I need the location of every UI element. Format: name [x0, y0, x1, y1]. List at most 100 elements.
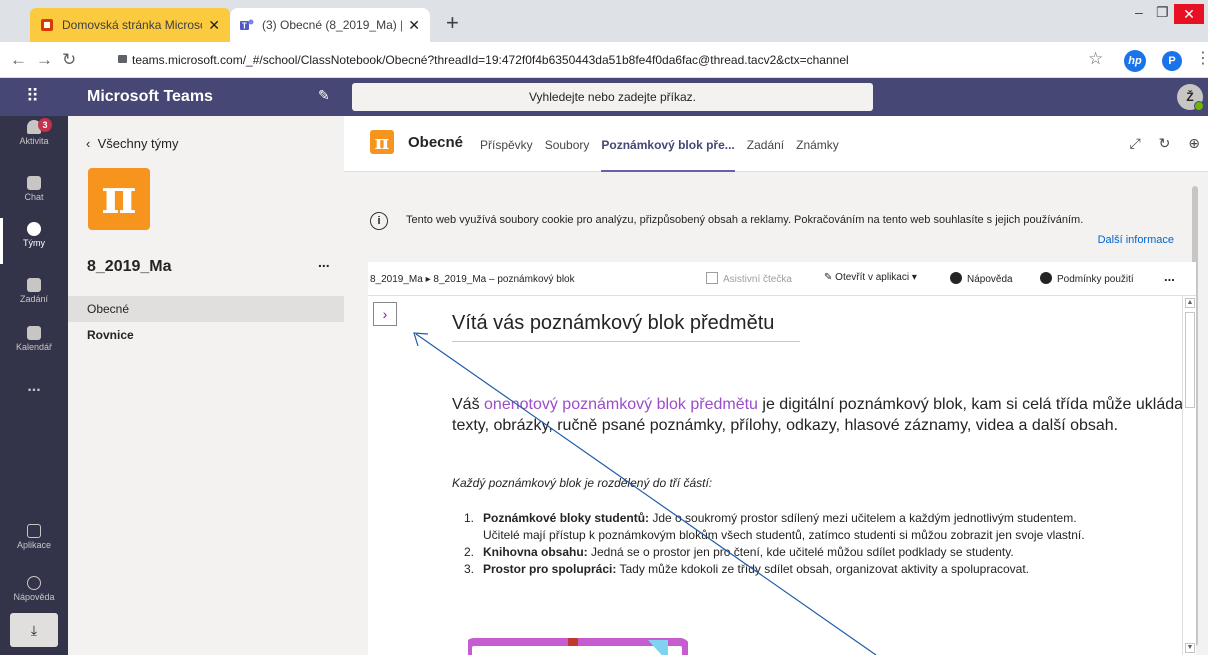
- channel-team-avatar: π: [370, 130, 394, 154]
- channel-tabs: Příspěvky Soubory Poznámkový blok pře...…: [480, 116, 851, 172]
- bookmark-star-icon[interactable]: ☆: [1088, 49, 1103, 69]
- list-item-text: Tady může kdokoli ze třídy sdílet obsah,…: [616, 562, 1030, 576]
- immersive-reader-label: Asistivní čtečka: [723, 274, 792, 285]
- forward-icon[interactable]: →: [36, 50, 53, 70]
- browser-tab-strip: Domovská stránka Microsoft Office ✕ T (3…: [0, 0, 1208, 42]
- rail-label: Aktivita: [19, 136, 49, 146]
- activity-badge: 3: [38, 118, 52, 132]
- rail-apps[interactable]: Aplikace: [0, 520, 68, 566]
- toolbar-more-icon[interactable]: ...: [1164, 269, 1175, 284]
- help-button[interactable]: Nápověda: [950, 272, 1013, 285]
- channel-rovnice[interactable]: Rovnice: [68, 322, 344, 348]
- list-item-heading: Prostor pro spolupráci:: [483, 562, 617, 576]
- rail-label: Aplikace: [16, 540, 52, 550]
- scroll-up-icon[interactable]: ▲: [1185, 298, 1195, 308]
- rail-chat[interactable]: Chat: [0, 172, 68, 218]
- main-content: π Obecné Příspěvky Soubory Poznámkový bl…: [344, 116, 1208, 655]
- minimize-icon[interactable]: –: [1135, 4, 1143, 20]
- close-tab-icon[interactable]: ✕: [208, 17, 220, 34]
- rail-calendar[interactable]: Kalendář: [0, 322, 68, 368]
- tab-files[interactable]: Soubory: [545, 116, 590, 172]
- notebook-illustration: [468, 638, 688, 655]
- rail-activity[interactable]: 3 Aktivita: [0, 116, 68, 162]
- breadcrumb: 8_2019_Ma ▸ 8_2019_Ma – poznámkový blok: [370, 274, 575, 285]
- hp-extension-icon[interactable]: hp: [1124, 50, 1146, 72]
- cookie-text: Tento web využívá soubory cookie pro ana…: [406, 214, 1084, 226]
- assignments-icon: [27, 278, 41, 292]
- rail-label: Nápověda: [13, 592, 55, 602]
- globe-icon[interactable]: ⊕: [1188, 135, 1200, 151]
- refresh-icon[interactable]: ↻: [1159, 135, 1171, 151]
- restore-icon[interactable]: ❐: [1156, 4, 1169, 21]
- list-item: 2. Knihovna obsahu: Jedná se o prostor j…: [464, 544, 1196, 561]
- rail-help[interactable]: Nápověda: [0, 572, 68, 618]
- rail-teams[interactable]: Týmy: [0, 218, 68, 264]
- reload-icon[interactable]: ↻: [62, 50, 76, 70]
- team-more-options-icon[interactable]: ...: [318, 254, 330, 270]
- browser-tab-teams[interactable]: T (3) Obecné (8_2019_Ma) | Microsoft Tea…: [230, 8, 430, 42]
- apps-icon: [27, 524, 41, 538]
- more-apps-icon[interactable]: ...: [0, 378, 68, 396]
- download-app-icon[interactable]: ⤓: [10, 613, 58, 647]
- close-window-icon[interactable]: ✕: [1174, 4, 1204, 24]
- address-bar: ← → ↻ teams.microsoft.com/_#/school/Clas…: [0, 42, 1208, 78]
- channel-obecne[interactable]: Obecné: [68, 296, 344, 322]
- close-tab-icon[interactable]: ✕: [408, 17, 420, 34]
- open-in-app-button[interactable]: ✎ Otevřít v aplikaci ▾: [824, 272, 917, 283]
- notebook-page: › Vítá vás poznámkový blok předmětu Váš …: [368, 296, 1196, 655]
- browser-menu-icon[interactable]: ⋮: [1195, 48, 1208, 68]
- intro-paragraph: Váš onenotový poznámkový blok předmětu j…: [452, 394, 1192, 436]
- app-bar: 3 Aktivita Chat Týmy Zadání Kalendář ...…: [0, 116, 68, 655]
- new-chat-icon[interactable]: ✎: [318, 87, 330, 104]
- tab-class-notebook[interactable]: Poznámkový blok pře...: [601, 116, 735, 172]
- tab-assignments[interactable]: Zadání: [747, 116, 784, 172]
- list-item-text-2: Učitelé mají přístup k poznámkovým bloků…: [483, 528, 1085, 542]
- chevron-left-icon: ‹: [86, 136, 91, 151]
- app-launcher-icon[interactable]: ⠿: [26, 87, 39, 105]
- lock-icon: [118, 55, 127, 63]
- parts-list: 1. Poznámkové bloky studentů: Jde o souk…: [464, 510, 1196, 578]
- tab-grades[interactable]: Známky: [796, 116, 839, 172]
- expand-navigation-button[interactable]: ›: [373, 302, 397, 326]
- rail-label: Kalendář: [15, 342, 53, 352]
- new-tab-button[interactable]: +: [446, 12, 459, 34]
- rail-label: Chat: [24, 192, 44, 202]
- browser-profile-avatar[interactable]: P: [1162, 51, 1182, 71]
- scroll-thumb[interactable]: [1185, 312, 1195, 408]
- svg-text:T: T: [242, 22, 247, 31]
- notebook-frame: i Tento web využívá soubory cookie pro a…: [344, 172, 1208, 655]
- cookie-notice: i Tento web využívá soubory cookie pro a…: [354, 182, 1182, 256]
- channel-actions: ⤢ ↻ ⊕: [1116, 135, 1200, 152]
- immersive-reader-button[interactable]: Asistivní čtečka: [706, 272, 792, 285]
- list-item: 1. Poznámkové bloky studentů: Jde o souk…: [464, 510, 1196, 544]
- terms-button[interactable]: Podmínky použití: [1040, 272, 1134, 285]
- browser-tab-office[interactable]: Domovská stránka Microsoft Office ✕: [30, 8, 230, 42]
- info-icon: i: [370, 212, 388, 230]
- url-field[interactable]: teams.microsoft.com/_#/school/ClassNoteb…: [100, 48, 1190, 72]
- help-label: Nápověda: [967, 274, 1013, 285]
- page-scrollbar[interactable]: ▲ ▼: [1182, 296, 1196, 655]
- teams-favicon-icon: T: [240, 19, 254, 31]
- list-number: 3.: [464, 562, 475, 576]
- scroll-down-icon[interactable]: ▼: [1185, 643, 1195, 653]
- search-input[interactable]: Vyhledejte nebo zadejte příkaz.: [352, 83, 873, 111]
- calendar-icon: [27, 326, 41, 340]
- onenote-link[interactable]: onenotový poznámkový blok předmětu: [484, 396, 758, 413]
- cookie-more-link[interactable]: Další informace: [1098, 234, 1174, 246]
- all-teams-link[interactable]: ‹ Všechny týmy: [86, 136, 179, 151]
- expand-icon[interactable]: ⤢: [1130, 135, 1141, 151]
- reader-icon: [706, 272, 718, 284]
- back-icon[interactable]: ←: [10, 50, 27, 70]
- channel-header: π Obecné Příspěvky Soubory Poznámkový bl…: [344, 116, 1208, 172]
- chevron-down-icon: ▾: [909, 272, 917, 283]
- help-icon: [27, 576, 41, 590]
- user-avatar[interactable]: Ž: [1177, 84, 1204, 111]
- channel-title: Obecné: [408, 134, 464, 151]
- rail-assignments[interactable]: Zadání: [0, 274, 68, 320]
- app-title: Microsoft Teams: [87, 88, 213, 105]
- tab-posts[interactable]: Příspěvky: [480, 116, 533, 172]
- question-icon: [950, 272, 962, 284]
- breadcrumb-section[interactable]: 8_2019_Ma – poznámkový blok: [433, 274, 574, 285]
- tab-title: Domovská stránka Microsoft Office: [62, 18, 202, 32]
- breadcrumb-notebook[interactable]: 8_2019_Ma: [370, 274, 423, 285]
